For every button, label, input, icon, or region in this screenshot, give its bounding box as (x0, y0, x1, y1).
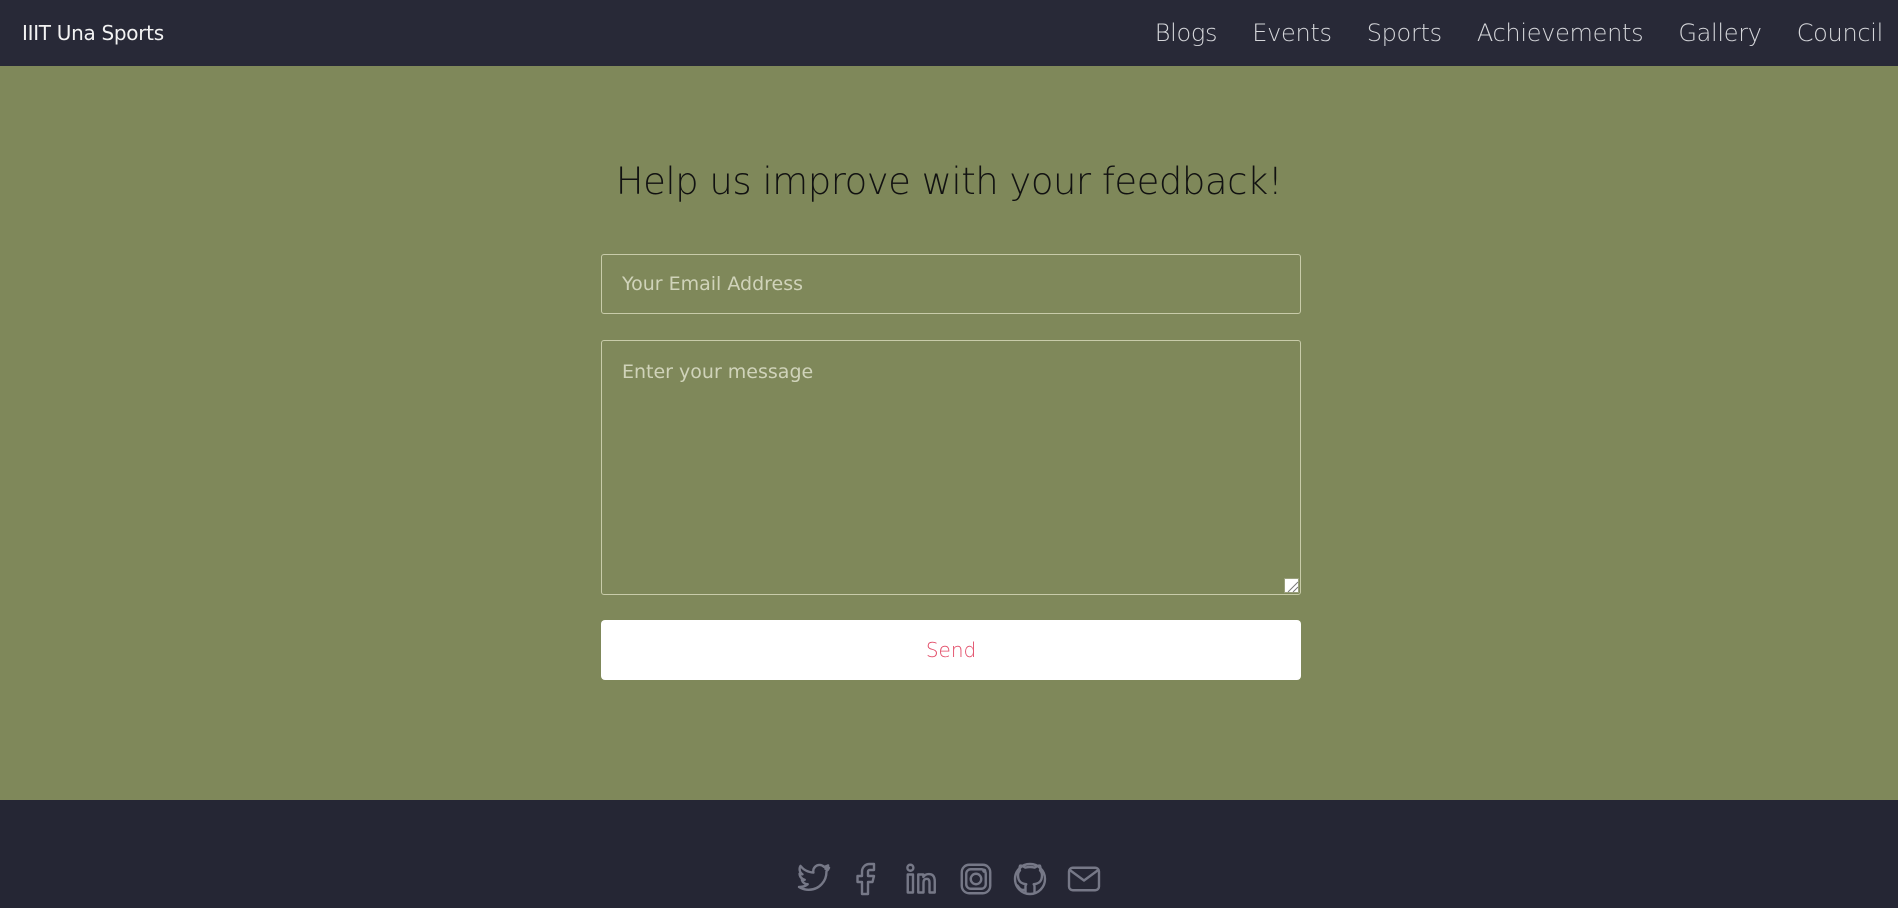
feedback-section: Help us improve with your feedback! Send (0, 66, 1898, 800)
navbar: IIIT Una Sports Blogs Events Sports Achi… (0, 0, 1898, 66)
message-field[interactable] (601, 340, 1301, 595)
twitter-icon[interactable] (796, 861, 832, 897)
social-links (0, 861, 1898, 897)
linkedin-icon[interactable] (904, 861, 940, 897)
footer (0, 800, 1898, 908)
feedback-title: Help us improve with your feedback! (615, 160, 1283, 203)
instagram-icon[interactable] (958, 861, 994, 897)
nav-link-council[interactable]: Council (1797, 19, 1884, 47)
nav-link-sports[interactable]: Sports (1367, 19, 1442, 47)
resize-grip-icon (1287, 581, 1299, 593)
textarea-resize-handle[interactable] (1284, 578, 1299, 593)
nav-links: Blogs Events Sports Achievements Gallery… (1120, 0, 1884, 66)
nav-link-blogs[interactable]: Blogs (1155, 19, 1218, 47)
email-field[interactable] (601, 254, 1301, 314)
github-icon[interactable] (1012, 861, 1048, 897)
send-button[interactable]: Send (601, 620, 1301, 680)
nav-link-events[interactable]: Events (1252, 19, 1332, 47)
brand-logo-text[interactable]: IIIT Una Sports (22, 21, 164, 45)
nav-link-gallery[interactable]: Gallery (1678, 19, 1762, 47)
nav-link-achievements[interactable]: Achievements (1477, 19, 1644, 47)
facebook-icon[interactable] (850, 861, 886, 897)
mail-icon[interactable] (1066, 861, 1102, 897)
